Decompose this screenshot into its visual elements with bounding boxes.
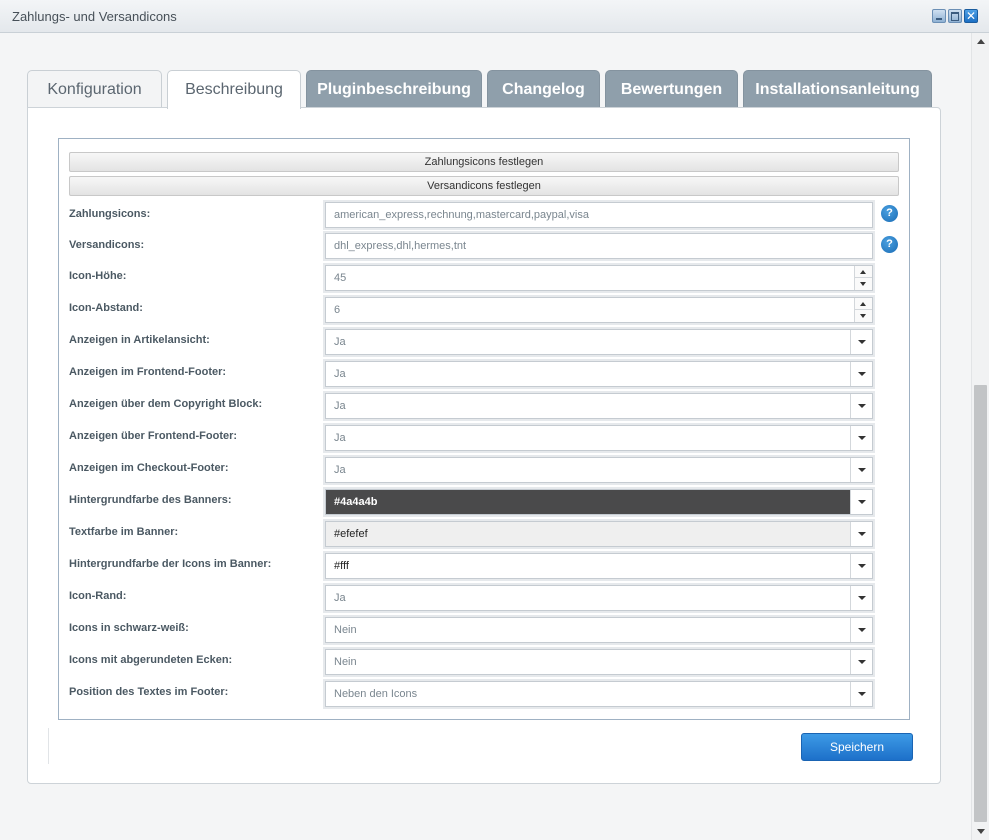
select-value: Ja xyxy=(334,464,346,476)
color-value: #4a4a4b xyxy=(334,496,378,508)
shipping-icons-label: Versandicons: xyxy=(69,239,145,251)
stepper-down-icon[interactable] xyxy=(855,278,872,290)
shipping-icons-value: dhl_express,dhl,hermes,tnt xyxy=(334,240,467,252)
color-value: #efefef xyxy=(334,528,368,540)
show-in-article-view-label: Anzeigen in Artikelansicht: xyxy=(69,334,210,346)
icons-grayscale-label: Icons in schwarz-weiß: xyxy=(69,622,189,634)
chevron-down-icon[interactable] xyxy=(850,490,872,514)
tab-bewertungen[interactable]: Bewertungen xyxy=(605,70,738,108)
close-icon: ✕ xyxy=(965,9,977,23)
color-value: #fff xyxy=(334,560,349,572)
icon-spacing-label: Icon-Abstand: xyxy=(69,302,143,314)
help-icon[interactable]: ? xyxy=(881,236,898,253)
payment-icons-section-header[interactable]: Zahlungsicons festlegen xyxy=(69,152,899,172)
save-button[interactable]: Speichern xyxy=(801,733,913,761)
select-value: Ja xyxy=(334,336,346,348)
show-above-copyright-select[interactable]: Ja xyxy=(325,393,873,419)
show-in-checkout-footer-label: Anzeigen im Checkout-Footer: xyxy=(69,462,229,474)
icons-rounded-corners-label: Icons mit abgerundeten Ecken: xyxy=(69,654,233,666)
stepper-buttons xyxy=(854,266,872,290)
maximize-button[interactable] xyxy=(948,9,962,23)
chevron-down-icon[interactable] xyxy=(850,618,872,642)
tab-beschreibung[interactable]: Beschreibung xyxy=(167,70,301,109)
show-in-frontend-footer-select[interactable]: Ja xyxy=(325,361,873,387)
show-above-copyright-label: Anzeigen über dem Copyright Block: xyxy=(69,398,263,410)
select-value: Neben den Icons xyxy=(334,688,418,700)
stepper-up-icon[interactable] xyxy=(855,266,872,278)
stepper-up-icon[interactable] xyxy=(855,298,872,310)
minimize-button[interactable] xyxy=(932,9,946,23)
close-button[interactable]: ✕ xyxy=(964,9,978,23)
scroll-down-arrow-icon[interactable] xyxy=(977,829,985,834)
stepper-down-icon[interactable] xyxy=(855,310,872,322)
footer-text-position-label: Position des Textes im Footer: xyxy=(69,686,229,698)
show-above-frontend-footer-select[interactable]: Ja xyxy=(325,425,873,451)
select-value: Ja xyxy=(334,368,346,380)
icon-height-label: Icon-Höhe: xyxy=(69,270,127,282)
tab-installationsanleitung[interactable]: Installationsanleitung xyxy=(743,70,932,108)
payment-icons-input[interactable]: american_express,rechnung,mastercard,pay… xyxy=(325,202,873,228)
chevron-down-icon[interactable] xyxy=(850,458,872,482)
payment-icons-label: Zahlungsicons: xyxy=(69,208,151,220)
icons-grayscale-select[interactable]: Nein xyxy=(325,617,873,643)
show-in-checkout-footer-select[interactable]: Ja xyxy=(325,457,873,483)
banner-text-color-label: Textfarbe im Banner: xyxy=(69,526,179,538)
scroll-up-arrow-icon[interactable] xyxy=(977,39,985,44)
icon-spacing-value: 6 xyxy=(334,304,341,316)
chevron-down-icon[interactable] xyxy=(850,650,872,674)
select-value: Ja xyxy=(334,592,346,604)
chevron-down-icon[interactable] xyxy=(850,586,872,610)
maximize-icon xyxy=(949,10,961,22)
window-title: Zahlungs- und Versandicons xyxy=(12,9,177,24)
tab-changelog[interactable]: Changelog xyxy=(487,70,600,108)
chevron-down-icon[interactable] xyxy=(850,522,872,546)
footer-text-position-select[interactable]: Neben den Icons xyxy=(325,681,873,707)
banner-text-color-picker[interactable]: #efefef xyxy=(325,521,873,547)
chevron-down-icon[interactable] xyxy=(850,362,872,386)
payment-icons-value: american_express,rechnung,mastercard,pay… xyxy=(334,209,589,221)
select-value: Nein xyxy=(334,656,357,668)
stepper-buttons xyxy=(854,298,872,322)
icon-border-select[interactable]: Ja xyxy=(325,585,873,611)
select-value: Nein xyxy=(334,624,357,636)
chevron-down-icon[interactable] xyxy=(850,426,872,450)
footer-divider xyxy=(48,728,49,764)
icon-height-value: 45 xyxy=(334,272,347,284)
vertical-scrollbar[interactable] xyxy=(971,33,989,840)
window-titlebar: Zahlungs- und Versandicons ✕ xyxy=(0,0,989,33)
show-above-frontend-footer-label: Anzeigen über Frontend-Footer: xyxy=(69,430,238,442)
tab-konfiguration[interactable]: Konfiguration xyxy=(27,70,162,108)
banner-background-color-label: Hintergrundfarbe des Banners: xyxy=(69,494,232,506)
icon-spacing-stepper[interactable]: 6 xyxy=(325,297,873,323)
select-value: Ja xyxy=(334,400,346,412)
tab-pluginbeschreibung[interactable]: Pluginbeschreibung xyxy=(306,70,482,108)
scrollbar-thumb[interactable] xyxy=(974,385,987,822)
shipping-icons-section-header[interactable]: Versandicons festlegen xyxy=(69,176,899,196)
icons-rounded-corners-select[interactable]: Nein xyxy=(325,649,873,675)
icon-background-color-label: Hintergrundfarbe der Icons im Banner: xyxy=(69,558,272,570)
help-icon[interactable]: ? xyxy=(881,205,898,222)
minimize-icon xyxy=(933,10,945,22)
shipping-icons-input[interactable]: dhl_express,dhl,hermes,tnt xyxy=(325,233,873,259)
chevron-down-icon[interactable] xyxy=(850,682,872,706)
show-in-frontend-footer-label: Anzeigen im Frontend-Footer: xyxy=(69,366,227,378)
icon-height-stepper[interactable]: 45 xyxy=(325,265,873,291)
banner-background-color-picker[interactable]: #4a4a4b xyxy=(325,489,873,515)
chevron-down-icon[interactable] xyxy=(850,394,872,418)
select-value: Ja xyxy=(334,432,346,444)
icon-background-color-picker[interactable]: #fff xyxy=(325,553,873,579)
chevron-down-icon[interactable] xyxy=(850,554,872,578)
show-in-article-view-select[interactable]: Ja xyxy=(325,329,873,355)
icon-border-label: Icon-Rand: xyxy=(69,590,127,602)
chevron-down-icon[interactable] xyxy=(850,330,872,354)
